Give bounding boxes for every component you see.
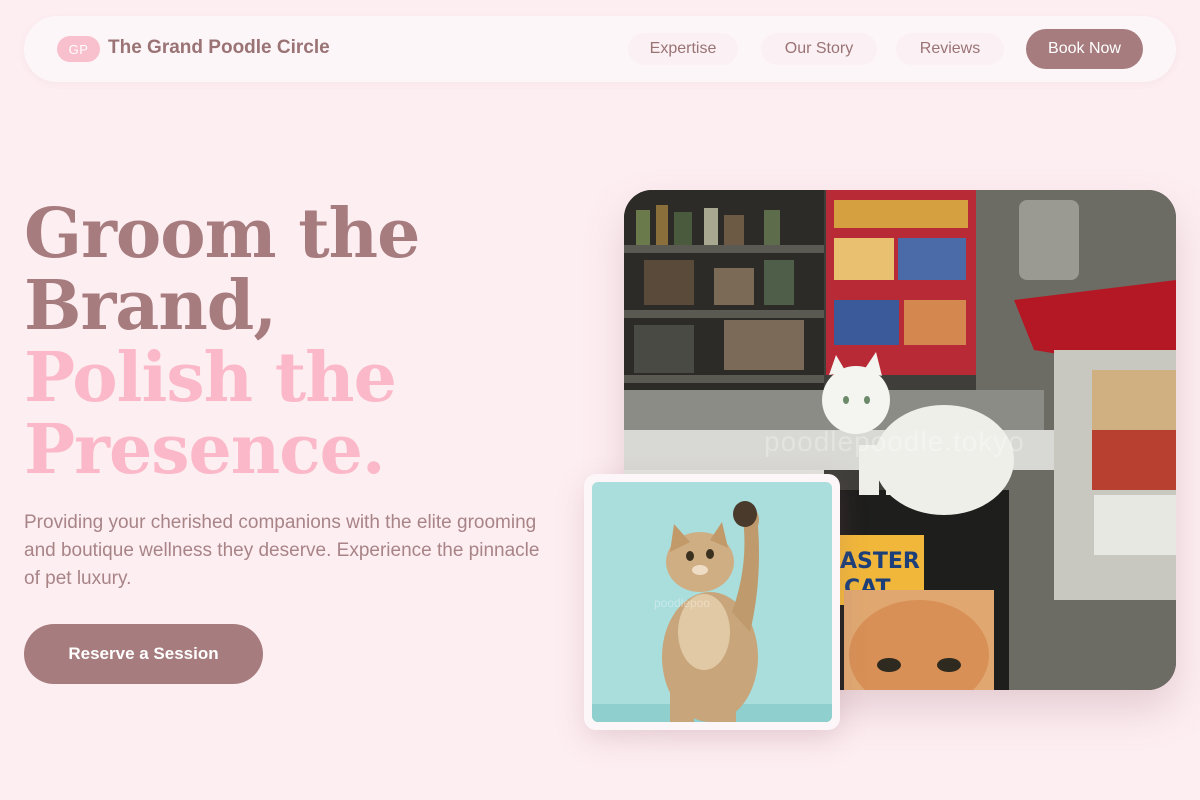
top-navbar: GP The Grand Poodle Circle Expertise Our… <box>24 16 1176 82</box>
main-photo-watermark: poodlepoodle.tokyo <box>764 426 1025 457</box>
thumbnail-watermark: poodlepoo <box>654 596 711 610</box>
logo-badge[interactable]: GP <box>57 36 100 62</box>
headline-line-4: Presence. <box>24 410 386 490</box>
headline-line-1: Groom the <box>24 194 420 274</box>
hero-headline: Groom the Brand, Polish the Presence. <box>24 198 584 486</box>
kitten-illustration <box>592 482 832 722</box>
headline-line-2: Brand, <box>24 266 277 346</box>
kitten-photo: poodlepoo <box>592 482 832 722</box>
nav-link-reviews[interactable]: Reviews <box>896 33 1004 65</box>
nav-link-expertise[interactable]: Expertise <box>628 33 738 65</box>
headline-line-3: Polish the <box>24 338 397 418</box>
landing-page: GP The Grand Poodle Circle Expertise Our… <box>0 0 1200 800</box>
sign-text-aster: ASTER <box>840 549 920 574</box>
hero-description: Providing your cherished companions with… <box>24 512 540 589</box>
kitten-thumbnail-card: poodlepoo <box>584 474 840 730</box>
reserve-session-button[interactable]: Reserve a Session <box>24 624 263 684</box>
nav-link-our-story[interactable]: Our Story <box>761 33 877 65</box>
book-now-button[interactable]: Book Now <box>1026 29 1143 69</box>
brand-name[interactable]: The Grand Poodle Circle <box>108 37 330 59</box>
